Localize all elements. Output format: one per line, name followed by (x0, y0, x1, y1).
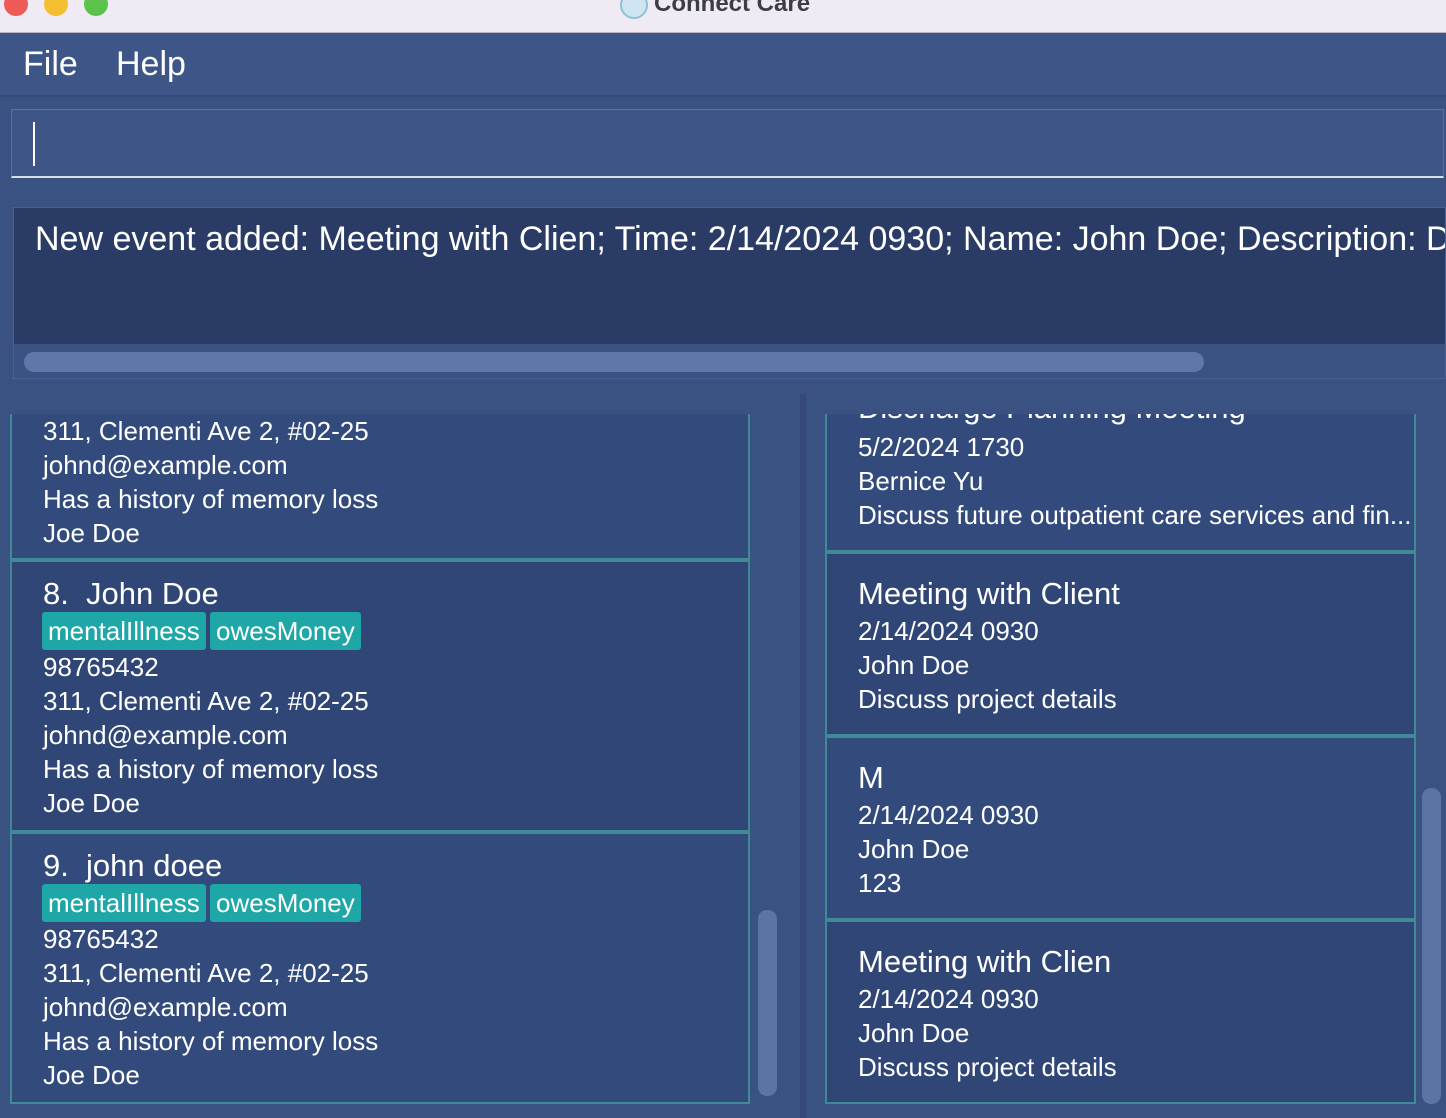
person-email: johnd@example.com (43, 720, 288, 750)
event-time: 2/14/2024 0930 (858, 984, 1039, 1014)
app-logo-icon (620, 0, 648, 19)
person-list-panel: 311, Clementi Ave 2, #02-25 johnd@exampl… (0, 394, 800, 1118)
event-person: John Doe (858, 650, 970, 680)
minimize-window-button[interactable] (44, 0, 68, 16)
command-input[interactable] (11, 109, 1444, 178)
event-list-panel: Discharge Planning Meeting 5/2/2024 1730… (806, 394, 1446, 1118)
tag-badge: mentalIllness (42, 884, 206, 922)
person-name: john doee (86, 848, 223, 883)
event-time: 2/14/2024 0930 (858, 616, 1039, 646)
person-list-scrollbar[interactable] (758, 910, 777, 1096)
event-card[interactable]: Meeting with Client 2/14/2024 0930 John … (825, 552, 1416, 736)
window-title-text: Connect Care (654, 0, 811, 17)
person-list[interactable]: 311, Clementi Ave 2, #02-25 johnd@exampl… (10, 414, 752, 1118)
event-title: M (858, 760, 884, 795)
event-person: Bernice Yu (858, 466, 984, 496)
result-message: New event added: Meeting with Clien; Tim… (35, 220, 1445, 258)
event-time: 5/2/2024 1730 (858, 432, 1025, 462)
window-title: Connect Care (620, 0, 810, 20)
tag-badge: owesMoney (210, 884, 361, 922)
person-index: 9. (43, 848, 69, 883)
person-phone: 98765432 (43, 924, 159, 954)
event-person: John Doe (858, 834, 970, 864)
menu-file[interactable]: File (23, 45, 78, 84)
zoom-window-button[interactable] (84, 0, 108, 16)
menu-help[interactable]: Help (116, 45, 186, 84)
tag-badge: owesMoney (210, 612, 361, 650)
event-person: John Doe (858, 1018, 970, 1048)
event-time: 2/14/2024 0930 (858, 800, 1039, 830)
person-remark: Has a history of memory loss (43, 484, 379, 514)
person-name: John Doe (86, 576, 219, 611)
event-title: Meeting with Clien (858, 944, 1112, 979)
person-address: 311, Clementi Ave 2, #02-25 (43, 958, 369, 988)
event-description: Discuss future outpatient care services … (858, 500, 1412, 530)
event-description: Discuss project details (858, 1052, 1117, 1082)
person-email: johnd@example.com (43, 450, 288, 480)
event-card[interactable]: Meeting with Clien 2/14/2024 0930 John D… (825, 920, 1416, 1104)
person-contact: Joe Doe (43, 1060, 140, 1090)
person-address: 311, Clementi Ave 2, #02-25 (43, 686, 369, 716)
person-card[interactable]: 8. John Doe mentalIllness owesMoney 9876… (10, 560, 750, 832)
event-list-scrollbar[interactable] (1422, 788, 1441, 1104)
person-card[interactable]: 9. john doee mentalIllness owesMoney 987… (10, 832, 750, 1104)
result-horizontal-scrollbar-thumb[interactable] (24, 352, 1204, 372)
event-description: 123 (858, 868, 902, 898)
tag-badge: mentalIllness (42, 612, 206, 650)
person-phone: 98765432 (43, 652, 159, 682)
person-contact: Joe Doe (43, 518, 140, 548)
person-index: 8. (43, 576, 69, 611)
event-list[interactable]: Discharge Planning Meeting 5/2/2024 1730… (825, 414, 1416, 1118)
event-title: Discharge Planning Meeting (858, 414, 1246, 426)
text-caret (33, 122, 35, 166)
close-window-button[interactable] (4, 0, 28, 16)
person-remark: Has a history of memory loss (43, 1026, 379, 1056)
menu-bar: File Help (0, 33, 1446, 97)
person-email: johnd@example.com (43, 992, 288, 1022)
person-remark: Has a history of memory loss (43, 754, 379, 784)
event-card[interactable]: M 2/14/2024 0930 John Doe 123 (825, 736, 1416, 920)
event-card[interactable]: Discharge Planning Meeting 5/2/2024 1730… (825, 414, 1416, 552)
person-card[interactable]: 311, Clementi Ave 2, #02-25 johnd@exampl… (10, 414, 750, 560)
title-bar: Connect Care (0, 0, 1446, 33)
result-display: New event added: Meeting with Clien; Tim… (13, 207, 1446, 379)
person-address: 311, Clementi Ave 2, #02-25 (43, 416, 369, 446)
event-title: Meeting with Client (858, 576, 1120, 611)
result-horizontal-scrollbar-track[interactable] (14, 344, 1445, 378)
event-description: Discuss project details (858, 684, 1117, 714)
person-contact: Joe Doe (43, 788, 140, 818)
